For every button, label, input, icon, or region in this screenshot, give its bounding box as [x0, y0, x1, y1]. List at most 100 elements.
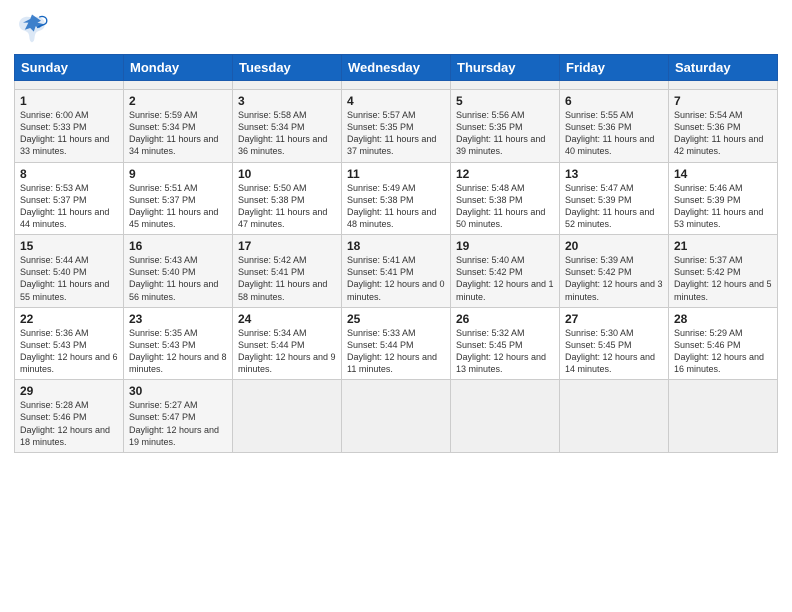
weekday-header: Friday	[560, 55, 669, 81]
day-number: 27	[565, 312, 663, 326]
calendar-cell: 24Sunrise: 5:34 AMSunset: 5:44 PMDayligh…	[233, 307, 342, 380]
day-number: 8	[20, 167, 118, 181]
day-detail: Sunrise: 5:46 AMSunset: 5:39 PMDaylight:…	[674, 182, 772, 231]
day-detail: Sunrise: 5:47 AMSunset: 5:39 PMDaylight:…	[565, 182, 663, 231]
calendar-cell: 22Sunrise: 5:36 AMSunset: 5:43 PMDayligh…	[15, 307, 124, 380]
calendar-cell: 3Sunrise: 5:58 AMSunset: 5:34 PMDaylight…	[233, 90, 342, 163]
calendar-row: 8Sunrise: 5:53 AMSunset: 5:37 PMDaylight…	[15, 162, 778, 235]
calendar-cell	[451, 81, 560, 90]
weekday-header: Saturday	[669, 55, 778, 81]
day-detail: Sunrise: 5:27 AMSunset: 5:47 PMDaylight:…	[129, 399, 227, 448]
day-number: 7	[674, 94, 772, 108]
weekday-header: Wednesday	[342, 55, 451, 81]
day-number: 9	[129, 167, 227, 181]
day-number: 16	[129, 239, 227, 253]
calendar-cell: 26Sunrise: 5:32 AMSunset: 5:45 PMDayligh…	[451, 307, 560, 380]
day-number: 2	[129, 94, 227, 108]
calendar-row: 1Sunrise: 6:00 AMSunset: 5:33 PMDaylight…	[15, 90, 778, 163]
day-detail: Sunrise: 5:33 AMSunset: 5:44 PMDaylight:…	[347, 327, 445, 376]
calendar-cell	[669, 380, 778, 453]
day-detail: Sunrise: 5:54 AMSunset: 5:36 PMDaylight:…	[674, 109, 772, 158]
calendar-cell	[560, 81, 669, 90]
day-number: 23	[129, 312, 227, 326]
calendar-cell	[342, 81, 451, 90]
calendar-cell: 5Sunrise: 5:56 AMSunset: 5:35 PMDaylight…	[451, 90, 560, 163]
day-number: 24	[238, 312, 336, 326]
day-detail: Sunrise: 5:58 AMSunset: 5:34 PMDaylight:…	[238, 109, 336, 158]
day-detail: Sunrise: 5:29 AMSunset: 5:46 PMDaylight:…	[674, 327, 772, 376]
calendar-cell	[342, 380, 451, 453]
calendar-cell: 13Sunrise: 5:47 AMSunset: 5:39 PMDayligh…	[560, 162, 669, 235]
weekday-header: Sunday	[15, 55, 124, 81]
calendar-cell: 9Sunrise: 5:51 AMSunset: 5:37 PMDaylight…	[124, 162, 233, 235]
calendar-cell: 17Sunrise: 5:42 AMSunset: 5:41 PMDayligh…	[233, 235, 342, 308]
calendar-cell	[451, 380, 560, 453]
day-detail: Sunrise: 5:56 AMSunset: 5:35 PMDaylight:…	[456, 109, 554, 158]
day-number: 26	[456, 312, 554, 326]
day-number: 15	[20, 239, 118, 253]
page: SundayMondayTuesdayWednesdayThursdayFrid…	[0, 0, 792, 612]
calendar-cell	[233, 81, 342, 90]
calendar-cell	[560, 380, 669, 453]
day-number: 12	[456, 167, 554, 181]
day-number: 20	[565, 239, 663, 253]
calendar-cell: 18Sunrise: 5:41 AMSunset: 5:41 PMDayligh…	[342, 235, 451, 308]
day-detail: Sunrise: 5:42 AMSunset: 5:41 PMDaylight:…	[238, 254, 336, 303]
day-number: 28	[674, 312, 772, 326]
calendar-cell: 12Sunrise: 5:48 AMSunset: 5:38 PMDayligh…	[451, 162, 560, 235]
calendar-row	[15, 81, 778, 90]
calendar-row: 15Sunrise: 5:44 AMSunset: 5:40 PMDayligh…	[15, 235, 778, 308]
calendar-cell: 19Sunrise: 5:40 AMSunset: 5:42 PMDayligh…	[451, 235, 560, 308]
weekday-header: Thursday	[451, 55, 560, 81]
day-detail: Sunrise: 5:51 AMSunset: 5:37 PMDaylight:…	[129, 182, 227, 231]
day-number: 5	[456, 94, 554, 108]
calendar-cell	[233, 380, 342, 453]
day-detail: Sunrise: 5:32 AMSunset: 5:45 PMDaylight:…	[456, 327, 554, 376]
day-number: 13	[565, 167, 663, 181]
day-number: 4	[347, 94, 445, 108]
day-detail: Sunrise: 5:30 AMSunset: 5:45 PMDaylight:…	[565, 327, 663, 376]
calendar-cell	[669, 81, 778, 90]
calendar-cell: 29Sunrise: 5:28 AMSunset: 5:46 PMDayligh…	[15, 380, 124, 453]
calendar-cell	[15, 81, 124, 90]
calendar-cell: 6Sunrise: 5:55 AMSunset: 5:36 PMDaylight…	[560, 90, 669, 163]
calendar-cell: 23Sunrise: 5:35 AMSunset: 5:43 PMDayligh…	[124, 307, 233, 380]
calendar-cell: 10Sunrise: 5:50 AMSunset: 5:38 PMDayligh…	[233, 162, 342, 235]
calendar-cell: 14Sunrise: 5:46 AMSunset: 5:39 PMDayligh…	[669, 162, 778, 235]
calendar-cell: 20Sunrise: 5:39 AMSunset: 5:42 PMDayligh…	[560, 235, 669, 308]
calendar-cell: 27Sunrise: 5:30 AMSunset: 5:45 PMDayligh…	[560, 307, 669, 380]
day-number: 21	[674, 239, 772, 253]
day-number: 30	[129, 384, 227, 398]
calendar-cell	[124, 81, 233, 90]
day-detail: Sunrise: 5:44 AMSunset: 5:40 PMDaylight:…	[20, 254, 118, 303]
calendar-cell: 11Sunrise: 5:49 AMSunset: 5:38 PMDayligh…	[342, 162, 451, 235]
day-detail: Sunrise: 5:53 AMSunset: 5:37 PMDaylight:…	[20, 182, 118, 231]
weekday-header: Tuesday	[233, 55, 342, 81]
calendar-cell: 1Sunrise: 6:00 AMSunset: 5:33 PMDaylight…	[15, 90, 124, 163]
day-detail: Sunrise: 5:55 AMSunset: 5:36 PMDaylight:…	[565, 109, 663, 158]
weekday-header-row: SundayMondayTuesdayWednesdayThursdayFrid…	[15, 55, 778, 81]
calendar-row: 29Sunrise: 5:28 AMSunset: 5:46 PMDayligh…	[15, 380, 778, 453]
day-detail: Sunrise: 5:37 AMSunset: 5:42 PMDaylight:…	[674, 254, 772, 303]
day-number: 25	[347, 312, 445, 326]
logo-icon	[14, 10, 50, 46]
day-detail: Sunrise: 6:00 AMSunset: 5:33 PMDaylight:…	[20, 109, 118, 158]
day-number: 10	[238, 167, 336, 181]
day-number: 18	[347, 239, 445, 253]
day-number: 3	[238, 94, 336, 108]
calendar-cell: 2Sunrise: 5:59 AMSunset: 5:34 PMDaylight…	[124, 90, 233, 163]
day-number: 19	[456, 239, 554, 253]
day-number: 14	[674, 167, 772, 181]
calendar-cell: 16Sunrise: 5:43 AMSunset: 5:40 PMDayligh…	[124, 235, 233, 308]
calendar-cell: 7Sunrise: 5:54 AMSunset: 5:36 PMDaylight…	[669, 90, 778, 163]
day-detail: Sunrise: 5:49 AMSunset: 5:38 PMDaylight:…	[347, 182, 445, 231]
day-detail: Sunrise: 5:36 AMSunset: 5:43 PMDaylight:…	[20, 327, 118, 376]
day-number: 11	[347, 167, 445, 181]
day-detail: Sunrise: 5:28 AMSunset: 5:46 PMDaylight:…	[20, 399, 118, 448]
day-detail: Sunrise: 5:48 AMSunset: 5:38 PMDaylight:…	[456, 182, 554, 231]
day-detail: Sunrise: 5:39 AMSunset: 5:42 PMDaylight:…	[565, 254, 663, 303]
day-number: 22	[20, 312, 118, 326]
calendar-cell: 8Sunrise: 5:53 AMSunset: 5:37 PMDaylight…	[15, 162, 124, 235]
calendar-cell: 30Sunrise: 5:27 AMSunset: 5:47 PMDayligh…	[124, 380, 233, 453]
day-detail: Sunrise: 5:57 AMSunset: 5:35 PMDaylight:…	[347, 109, 445, 158]
